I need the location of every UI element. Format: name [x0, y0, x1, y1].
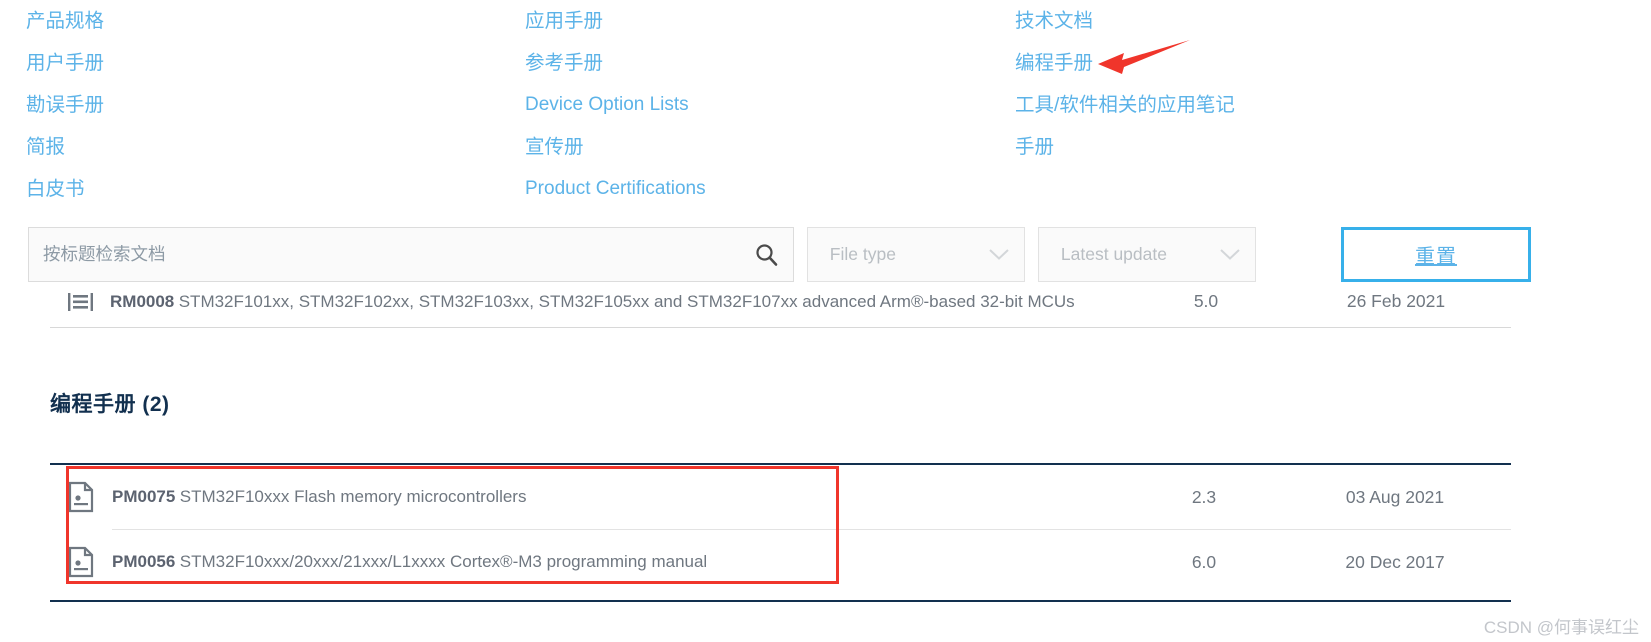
- reset-button-label: 重置: [1415, 246, 1457, 268]
- document-id: PM0075: [112, 487, 176, 506]
- file-type-select-label: File type: [829, 244, 896, 264]
- document-version-cell: 6.0: [1129, 552, 1279, 573]
- document-description: STM32F10xxx/20xxx/21xxx/L1xxxx Cortex®-M…: [179, 552, 708, 571]
- category-link-application-note[interactable]: 应用手册: [525, 0, 990, 42]
- table-row[interactable]: RM0008 STM32F101xx, STM32F102xx, STM32F1…: [50, 288, 1511, 328]
- category-link-manual[interactable]: 手册: [1015, 126, 1651, 168]
- file-type-select[interactable]: File type: [806, 227, 1025, 282]
- pdf-document-icon: [68, 546, 94, 578]
- category-link-white-paper[interactable]: 白皮书: [26, 168, 500, 210]
- document-version-cell: 5.0: [1131, 291, 1281, 312]
- category-column-1: 产品规格 用户手册 勘误手册 简报 白皮书: [0, 0, 500, 218]
- document-icon-cell: [50, 289, 110, 315]
- clipped-previous-row-region: RM0008 STM32F101xx, STM32F102xx, STM32F1…: [50, 288, 1511, 343]
- document-date-cell: 26 Feb 2021: [1281, 291, 1511, 312]
- watermark: CSDN @何事误红尘: [1483, 618, 1639, 637]
- chevron-down-icon: [1220, 249, 1240, 260]
- section-heading: 编程手册 (2): [50, 393, 170, 416]
- pdf-document-icon: [68, 481, 94, 513]
- search-box[interactable]: [28, 227, 794, 282]
- table-row[interactable]: PM0075 STM32F10xxx Flash memory microcon…: [50, 465, 1511, 529]
- document-version: 2.3: [1191, 486, 1217, 507]
- document-date: 20 Dec 2017: [1345, 551, 1445, 572]
- filter-toolbar: File type Latest update 重置: [28, 227, 1531, 282]
- search-input[interactable]: [29, 228, 741, 281]
- category-link-programming-manual[interactable]: 编程手册: [1015, 42, 1651, 84]
- category-link-brochure[interactable]: 宣传册: [525, 126, 990, 168]
- documents-table: PM0075 STM32F10xxx Flash memory microcon…: [50, 463, 1511, 594]
- category-link-brief[interactable]: 简报: [26, 126, 500, 168]
- document-description: STM32F101xx, STM32F102xx, STM32F103xx, S…: [178, 291, 1075, 311]
- document-title-cell: PM0075 STM32F10xxx Flash memory microcon…: [112, 487, 1129, 507]
- search-icon: [756, 244, 778, 266]
- document-icon-cell: [50, 481, 112, 513]
- search-button[interactable]: [741, 228, 793, 281]
- category-link-product-specs[interactable]: 产品规格: [26, 0, 500, 42]
- category-link-tools-software-app-notes[interactable]: 工具/软件相关的应用笔记: [1015, 84, 1651, 126]
- category-link-technical-doc[interactable]: 技术文档: [1015, 0, 1651, 42]
- category-link-product-certifications[interactable]: Product Certifications: [525, 168, 990, 210]
- document-icon-cell: [50, 546, 112, 578]
- category-link-reference-manual[interactable]: 参考手册: [525, 42, 990, 84]
- document-version: 5.0: [1193, 291, 1219, 311]
- row-divider: [50, 529, 1511, 530]
- latest-update-select-label: Latest update: [1060, 244, 1167, 264]
- category-column-2: 应用手册 参考手册 Device Option Lists 宣传册 Produc…: [500, 0, 990, 218]
- table-row[interactable]: PM0056 STM32F10xxx/20xxx/21xxx/L1xxxx Co…: [50, 530, 1511, 594]
- document-title-cell: PM0056 STM32F10xxx/20xxx/21xxx/L1xxxx Co…: [112, 552, 1129, 572]
- reset-button[interactable]: 重置: [1341, 227, 1531, 282]
- document-id: RM0008: [110, 291, 175, 311]
- document-category-links: 产品规格 用户手册 勘误手册 简报 白皮书 应用手册 参考手册 Device O…: [0, 0, 1651, 218]
- category-link-device-option-lists[interactable]: Device Option Lists: [525, 84, 990, 126]
- document-date-cell: 20 Dec 2017: [1279, 552, 1511, 573]
- table-bottom-rule: [50, 600, 1511, 602]
- category-link-user-manual[interactable]: 用户手册: [26, 42, 500, 84]
- document-version: 6.0: [1191, 551, 1217, 572]
- document-lines-icon: [67, 292, 93, 311]
- chevron-down-icon: [989, 249, 1009, 260]
- documents-filter-page: 产品规格 用户手册 勘误手册 简报 白皮书 应用手册 参考手册 Device O…: [0, 0, 1651, 642]
- document-id: PM0056: [112, 552, 176, 571]
- document-version-cell: 2.3: [1129, 487, 1279, 508]
- document-date-cell: 03 Aug 2021: [1279, 487, 1511, 508]
- category-link-errata[interactable]: 勘误手册: [26, 84, 500, 126]
- document-description: STM32F10xxx Flash memory microcontroller…: [179, 487, 527, 506]
- document-date: 03 Aug 2021: [1345, 486, 1445, 507]
- latest-update-select[interactable]: Latest update: [1037, 227, 1257, 282]
- document-date: 26 Feb 2021: [1346, 291, 1446, 311]
- category-column-3: 技术文档 编程手册 工具/软件相关的应用笔记 手册: [990, 0, 1651, 218]
- document-title-cell: RM0008 STM32F101xx, STM32F102xx, STM32F1…: [110, 292, 1131, 312]
